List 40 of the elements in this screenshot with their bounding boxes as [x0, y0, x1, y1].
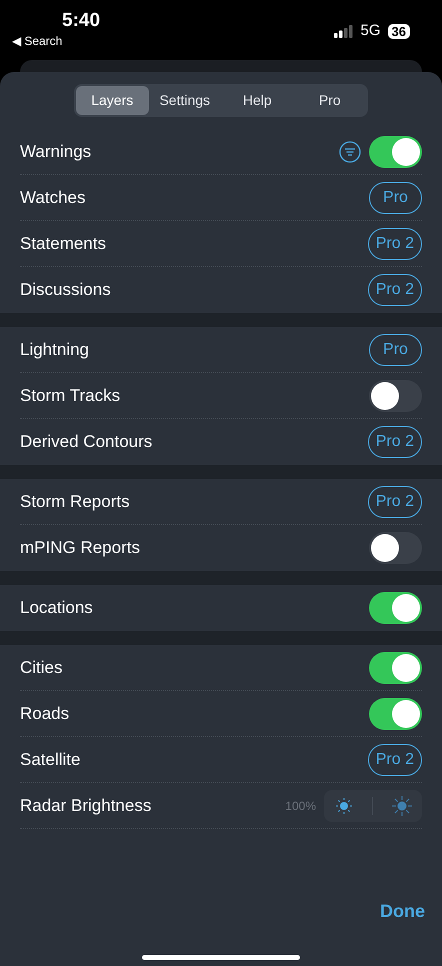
tab[interactable]: Layers — [76, 86, 148, 115]
toggle-switch[interactable] — [369, 592, 422, 624]
pro-badge-button[interactable]: Pro 2 — [368, 228, 422, 260]
pro-badge-button[interactable]: Pro — [369, 334, 422, 366]
row-label: Lightning — [20, 338, 90, 361]
tab[interactable]: Help — [221, 86, 294, 115]
pro-badge-button[interactable]: Pro 2 — [368, 486, 422, 518]
row-label: Radar Brightness — [20, 794, 152, 817]
signal-icon — [334, 24, 354, 38]
toggle-switch[interactable] — [369, 136, 422, 168]
row-label: Cities — [20, 656, 63, 679]
pro-badge-button[interactable]: Pro 2 — [368, 274, 422, 306]
pro-badge-button[interactable]: Pro — [369, 182, 422, 214]
toggle-switch[interactable] — [369, 532, 422, 564]
row-label: Locations — [20, 597, 93, 620]
network-label: 5G — [360, 21, 381, 41]
clock-time: 5:40 — [62, 10, 100, 32]
row-label: Storm Tracks — [20, 384, 120, 407]
sun-icon[interactable] — [391, 794, 414, 816]
battery-level: 36 — [388, 24, 410, 39]
toggle-switch[interactable] — [369, 380, 422, 412]
toggle-switch[interactable] — [369, 652, 422, 684]
row-label: Storm Reports — [20, 490, 130, 513]
row-label: Discussions — [20, 279, 111, 302]
pro-badge-button[interactable]: Pro 2 — [368, 744, 422, 776]
back-link[interactable]: ◀ Search — [12, 32, 62, 50]
row-label: Statements — [20, 232, 106, 255]
row-label: Derived Contours — [20, 431, 152, 454]
row-label: Roads — [20, 702, 70, 725]
tab[interactable]: Pro — [294, 86, 366, 115]
done-button[interactable]: Done — [380, 898, 425, 925]
pro-badge-button[interactable]: Pro 2 — [368, 426, 422, 458]
row-label: Warnings — [20, 140, 92, 163]
row-label: Satellite — [20, 748, 80, 771]
brightness-reading: 100% — [285, 798, 316, 814]
toggle-switch[interactable] — [369, 698, 422, 730]
row-label: mPING Reports — [20, 537, 140, 560]
row-label: Watches — [20, 186, 86, 209]
filter-icon[interactable] — [339, 140, 361, 162]
tab[interactable]: Settings — [148, 86, 221, 115]
